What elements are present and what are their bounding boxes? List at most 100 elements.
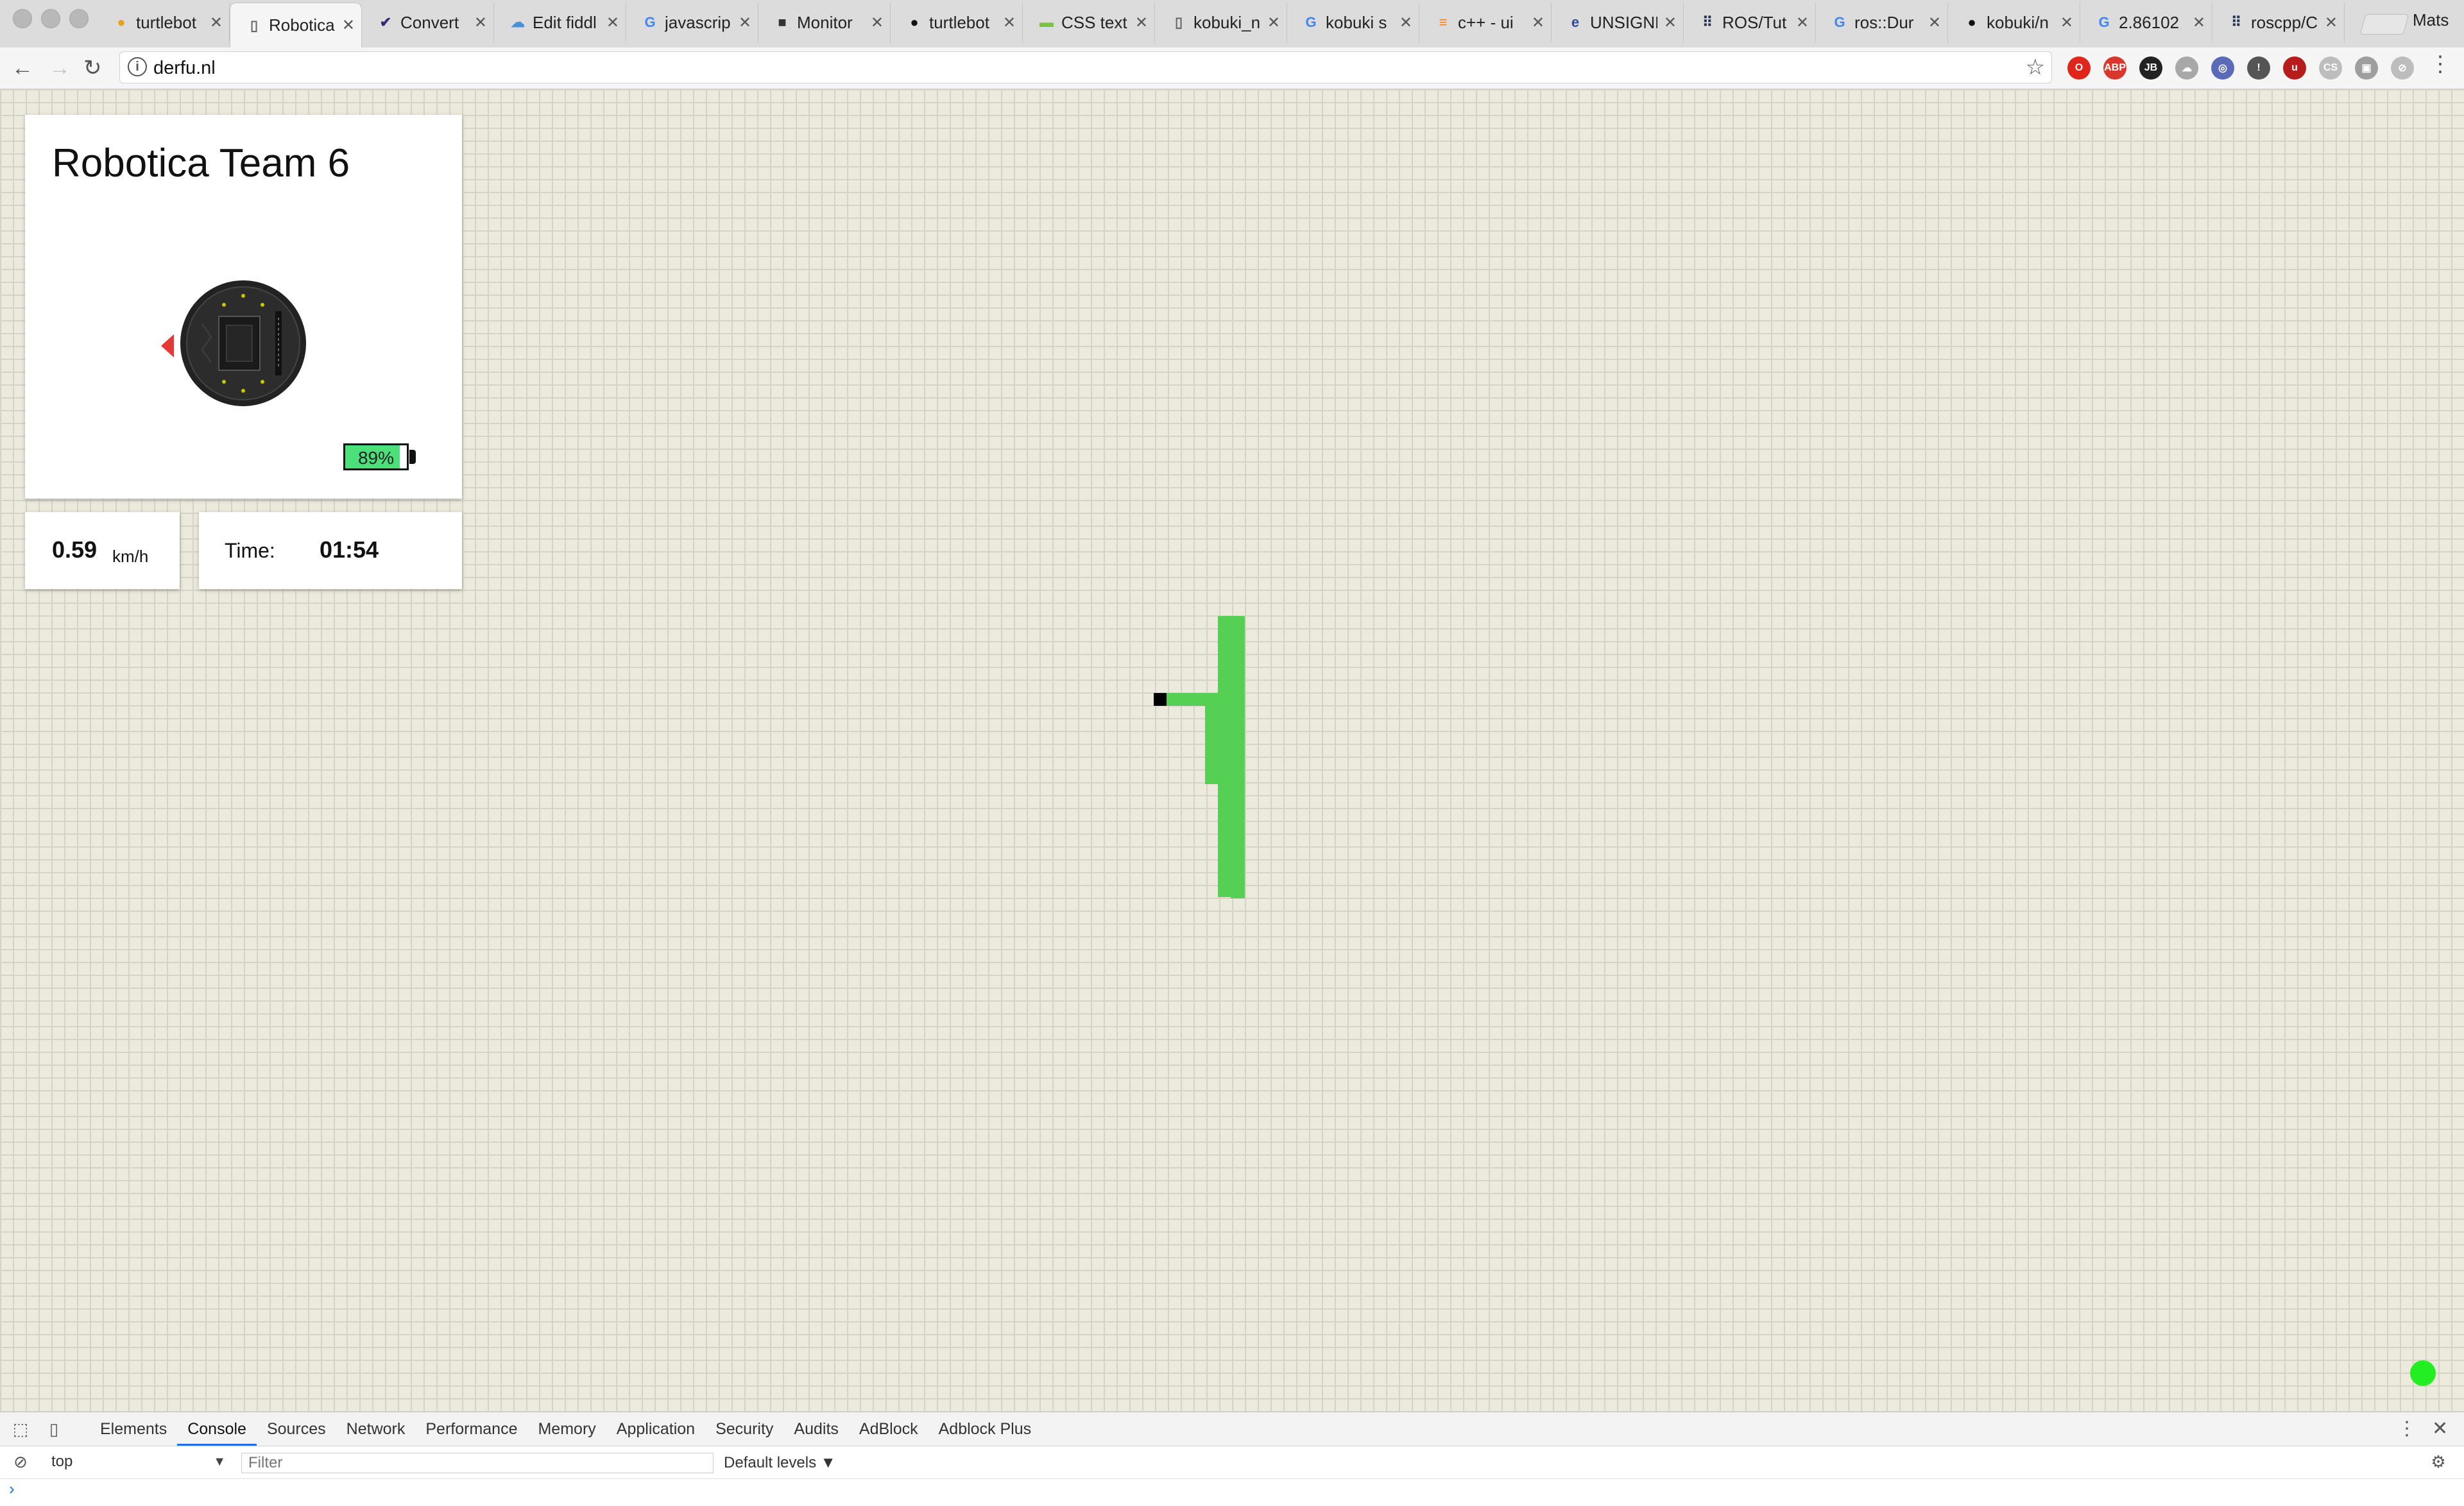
forward-arrow-icon[interactable]: → <box>49 55 71 81</box>
connection-status-dot <box>2410 1360 2436 1386</box>
devtools-tab[interactable]: AdBlock <box>849 1412 928 1446</box>
close-tab-icon[interactable]: ✕ <box>739 13 751 32</box>
globe-extension-icon[interactable]: ◎ <box>2211 56 2234 80</box>
tab-title: javascrip <box>665 12 731 32</box>
close-tab-icon[interactable]: ✕ <box>1135 13 1148 32</box>
close-tab-icon[interactable]: ✕ <box>1267 13 1280 32</box>
devtools-tab[interactable]: Memory <box>527 1412 606 1446</box>
cloud-extension-icon[interactable]: ☁ <box>2175 56 2198 80</box>
devtools-tab[interactable]: Network <box>336 1412 416 1446</box>
context-select[interactable]: top ▼ <box>51 1451 226 1472</box>
new-tab-button[interactable] <box>2359 14 2409 35</box>
cs-extension-icon[interactable]: CS <box>2319 56 2342 80</box>
browser-tab[interactable]: e UNSIGNE ✕ <box>1552 3 1684 42</box>
close-tab-icon[interactable]: ✕ <box>1796 13 1809 32</box>
browser-tab[interactable]: ■ Monitor ✕ <box>758 3 891 42</box>
browser-tab[interactable]: Gros::Dur ✕ <box>1816 3 1948 42</box>
devtools-tab[interactable]: Audits <box>783 1412 848 1446</box>
close-tab-icon[interactable]: ✕ <box>2325 13 2338 32</box>
back-arrow-icon[interactable]: ← <box>12 55 33 81</box>
browser-tab[interactable]: ✔ Convert ✕ <box>362 3 494 42</box>
close-tab-icon[interactable]: ✕ <box>1928 13 1941 32</box>
devtools-tab[interactable]: Security <box>705 1412 783 1446</box>
browser-menu-icon[interactable]: ⋮ <box>2429 51 2451 77</box>
close-devtools-icon[interactable]: ✕ <box>2432 1417 2448 1440</box>
devtools-menu-icon[interactable]: ⋮ <box>2397 1417 2417 1440</box>
ublock-icon[interactable]: u <box>2283 56 2306 80</box>
browser-tab[interactable]: ● kobuki/n ✕ <box>1948 3 2080 42</box>
close-window-button[interactable] <box>13 9 32 28</box>
browser-tab[interactable]: ▯ kobuki_n ✕ <box>1155 3 1287 42</box>
tab-list: ● turtlebot ✕ ▯ Robotica ✕ ✔ Convert ✕ ☁ Edit fidd… <box>98 3 2345 47</box>
device-toolbar-icon[interactable]: ▯ <box>45 1420 63 1438</box>
tab-title: CSS text <box>1061 12 1127 32</box>
ros-icon: ⠿ <box>1702 14 1713 30</box>
browser-tab[interactable]: Gjavascrip ✕ <box>626 3 758 42</box>
context-value: top <box>51 1453 73 1470</box>
browser-tab[interactable]: ⠿ ROS/Tut ✕ <box>1684 3 1816 42</box>
log-levels-dropdown[interactable]: Default levels ▼ <box>724 1453 836 1473</box>
devtools-tab[interactable]: Elements <box>90 1412 177 1446</box>
opera-icon[interactable]: O <box>2067 56 2091 80</box>
tab-title: Edit fiddl <box>533 12 597 32</box>
bookmark-star-icon[interactable]: ☆ <box>2026 55 2045 80</box>
google-icon: G <box>1834 14 1845 30</box>
adblock-plus-icon[interactable]: ABP <box>2103 56 2126 80</box>
cloud-icon: ☁ <box>511 14 525 30</box>
tab-title: kobuki/n <box>1987 12 2049 32</box>
reload-icon[interactable]: ↻ <box>83 55 102 81</box>
browser-tab[interactable]: ● turtlebot ✕ <box>98 3 230 42</box>
stackoverflow-icon: ≡ <box>1439 14 1448 30</box>
url-text[interactable]: derfu.nl <box>153 58 216 79</box>
team-card: Robotica Team 6 89% <box>25 115 462 499</box>
devtools-tab[interactable]: Application <box>606 1412 705 1446</box>
screenshot-extension-icon[interactable]: ▣ <box>2355 56 2378 80</box>
inspect-element-icon[interactable]: ⬚ <box>12 1420 30 1438</box>
close-tab-icon[interactable]: ✕ <box>2193 13 2205 32</box>
browser-tab[interactable]: ≡ c++ - ui ✕ <box>1419 3 1552 42</box>
devtools-tab[interactable]: Performance <box>415 1412 527 1446</box>
profile-name[interactable]: Mats <box>2413 10 2449 30</box>
jetbrains-icon[interactable]: JB <box>2139 56 2162 80</box>
console-settings-gear-icon[interactable]: ⚙ <box>2429 1453 2447 1471</box>
window-controls <box>13 9 89 28</box>
browser-tab[interactable]: ▬ CSS text ✕ <box>1023 3 1155 42</box>
time-card: Time: 01:54 <box>199 512 462 589</box>
close-tab-icon[interactable]: ✕ <box>210 13 223 32</box>
console-filter-input[interactable] <box>241 1453 714 1473</box>
browser-tab[interactable]: ⠿ roscpp/C ✕ <box>2212 3 2345 42</box>
browser-tab[interactable]: ☁ Edit fiddl ✕ <box>494 3 626 42</box>
page-title: Robotica Team 6 <box>52 141 350 185</box>
battery-cap <box>409 450 416 464</box>
tab-title: kobuki s <box>1326 12 1387 32</box>
close-tab-icon[interactable]: ✕ <box>1532 13 1544 32</box>
google-icon: G <box>1305 14 1317 30</box>
close-tab-icon[interactable]: ✕ <box>1003 13 1016 32</box>
close-tab-icon[interactable]: ✕ <box>474 13 487 32</box>
close-tab-icon[interactable]: ✕ <box>871 13 884 32</box>
browser-tab[interactable]: G 2.86102 ✕ <box>2080 3 2212 42</box>
close-tab-icon[interactable]: ✕ <box>606 13 619 32</box>
devtools-tab[interactable]: Adblock Plus <box>928 1412 1042 1446</box>
clear-console-icon[interactable]: ⊘ <box>12 1453 30 1471</box>
tab-title: Convert <box>400 12 459 32</box>
site-info-icon[interactable]: i <box>128 57 147 76</box>
close-tab-icon[interactable]: ✕ <box>1664 13 1677 32</box>
maximize-window-button[interactable] <box>69 9 89 28</box>
address-bar[interactable]: i derfu.nl ☆ <box>119 51 2052 83</box>
browser-tab[interactable]: Gkobuki s ✕ <box>1287 3 1419 42</box>
minimize-window-button[interactable] <box>41 9 60 28</box>
close-tab-icon[interactable]: ✕ <box>1399 13 1412 32</box>
info-extension-icon[interactable]: ! <box>2247 56 2270 80</box>
devtools-tab[interactable]: Sources <box>257 1412 336 1446</box>
robot-icon <box>180 280 306 406</box>
google-icon: G <box>2098 14 2110 30</box>
close-tab-icon[interactable]: ✕ <box>2060 13 2073 32</box>
compass-extension-icon[interactable]: ⊘ <box>2391 56 2414 80</box>
devtools-tab[interactable]: Console <box>177 1412 257 1446</box>
tab-title: ROS/Tut <box>1722 12 1787 32</box>
close-tab-icon[interactable]: ✕ <box>342 16 355 35</box>
browser-tab[interactable]: ● turtlebot ✕ <box>891 3 1023 42</box>
browser-tab[interactable]: ▯ Robotica ✕ <box>230 3 362 47</box>
console-prompt[interactable]: › <box>9 1479 15 1499</box>
